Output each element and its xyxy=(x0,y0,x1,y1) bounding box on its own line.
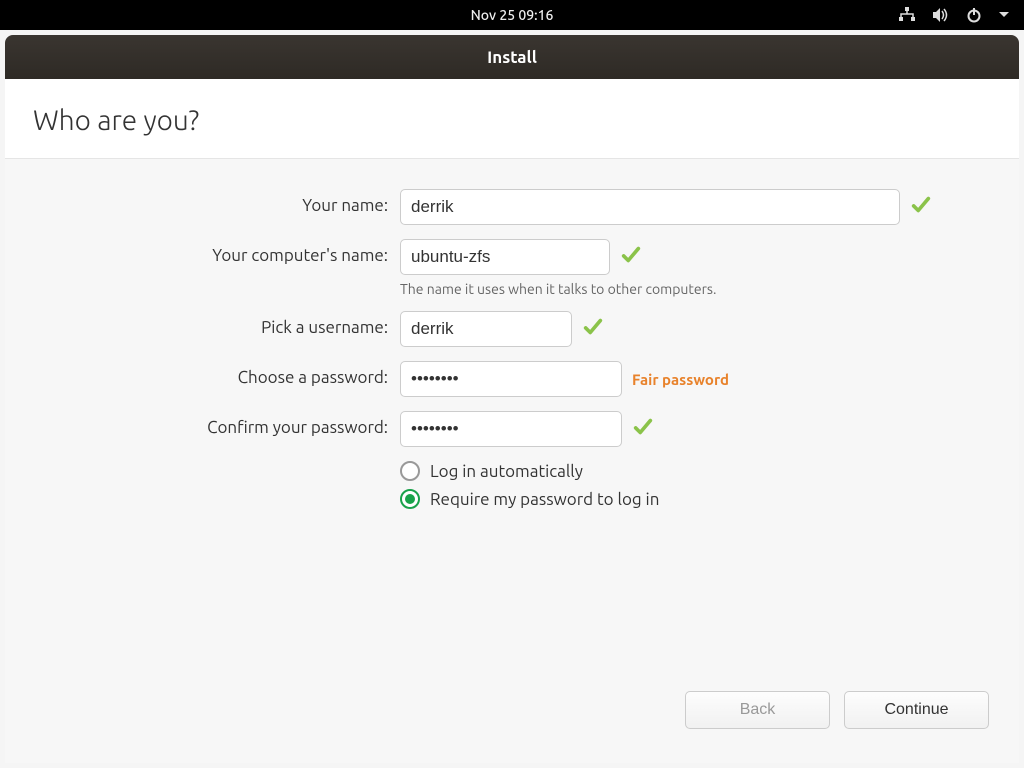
password-strength: Fair password xyxy=(632,371,729,388)
chevron-down-icon[interactable] xyxy=(998,9,1010,21)
username-input[interactable] xyxy=(400,311,572,347)
checkmark-icon xyxy=(620,244,642,270)
password-input[interactable] xyxy=(400,361,622,397)
checkmark-icon xyxy=(632,416,654,442)
window-titlebar: Install xyxy=(5,35,1019,79)
checkmark-icon xyxy=(582,316,604,342)
row-confirm-password: Confirm your password: xyxy=(35,411,989,447)
radio-login-auto[interactable]: Log in automatically xyxy=(400,461,659,481)
radio-require-password-label: Require my password to log in xyxy=(430,490,659,509)
username-label: Pick a username: xyxy=(35,311,400,337)
confirm-password-input[interactable] xyxy=(400,411,622,447)
radio-icon xyxy=(400,461,420,481)
window-title: Install xyxy=(487,48,537,67)
radio-login-auto-label: Log in automatically xyxy=(430,462,583,481)
row-password: Choose a password: Fair password xyxy=(35,361,989,397)
back-button[interactable]: Back xyxy=(685,691,830,729)
computer-name-hint: The name it uses when it talks to other … xyxy=(400,281,716,297)
row-your-name: Your name: xyxy=(35,189,989,225)
computer-name-label: Your computer's name: xyxy=(35,239,400,265)
password-label: Choose a password: xyxy=(35,361,400,387)
radio-require-password[interactable]: Require my password to log in xyxy=(400,489,659,509)
checkmark-icon xyxy=(910,194,932,220)
system-tray xyxy=(898,0,1010,30)
your-name-input[interactable] xyxy=(400,189,900,225)
power-icon[interactable] xyxy=(966,7,982,23)
window-body: Who are you? Your name: Your computer's … xyxy=(5,79,1019,763)
row-login-options: Log in automatically Require my password… xyxy=(35,461,989,517)
header-section: Who are you? xyxy=(5,79,1019,159)
footer-buttons: Back Continue xyxy=(5,691,1019,763)
confirm-password-label: Confirm your password: xyxy=(35,411,400,437)
network-icon[interactable] xyxy=(898,7,916,23)
computer-name-input[interactable] xyxy=(400,239,610,275)
row-username: Pick a username: xyxy=(35,311,989,347)
your-name-label: Your name: xyxy=(35,189,400,215)
page-title: Who are you? xyxy=(33,105,991,136)
top-bar: Nov 25 09:16 xyxy=(0,0,1024,30)
volume-icon[interactable] xyxy=(932,7,950,23)
radio-icon xyxy=(400,489,420,509)
user-setup-form: Your name: Your computer's name: xyxy=(5,159,1019,541)
row-computer-name: Your computer's name: The name it uses w… xyxy=(35,239,989,297)
continue-button[interactable]: Continue xyxy=(844,691,989,729)
clock[interactable]: Nov 25 09:16 xyxy=(471,7,554,23)
